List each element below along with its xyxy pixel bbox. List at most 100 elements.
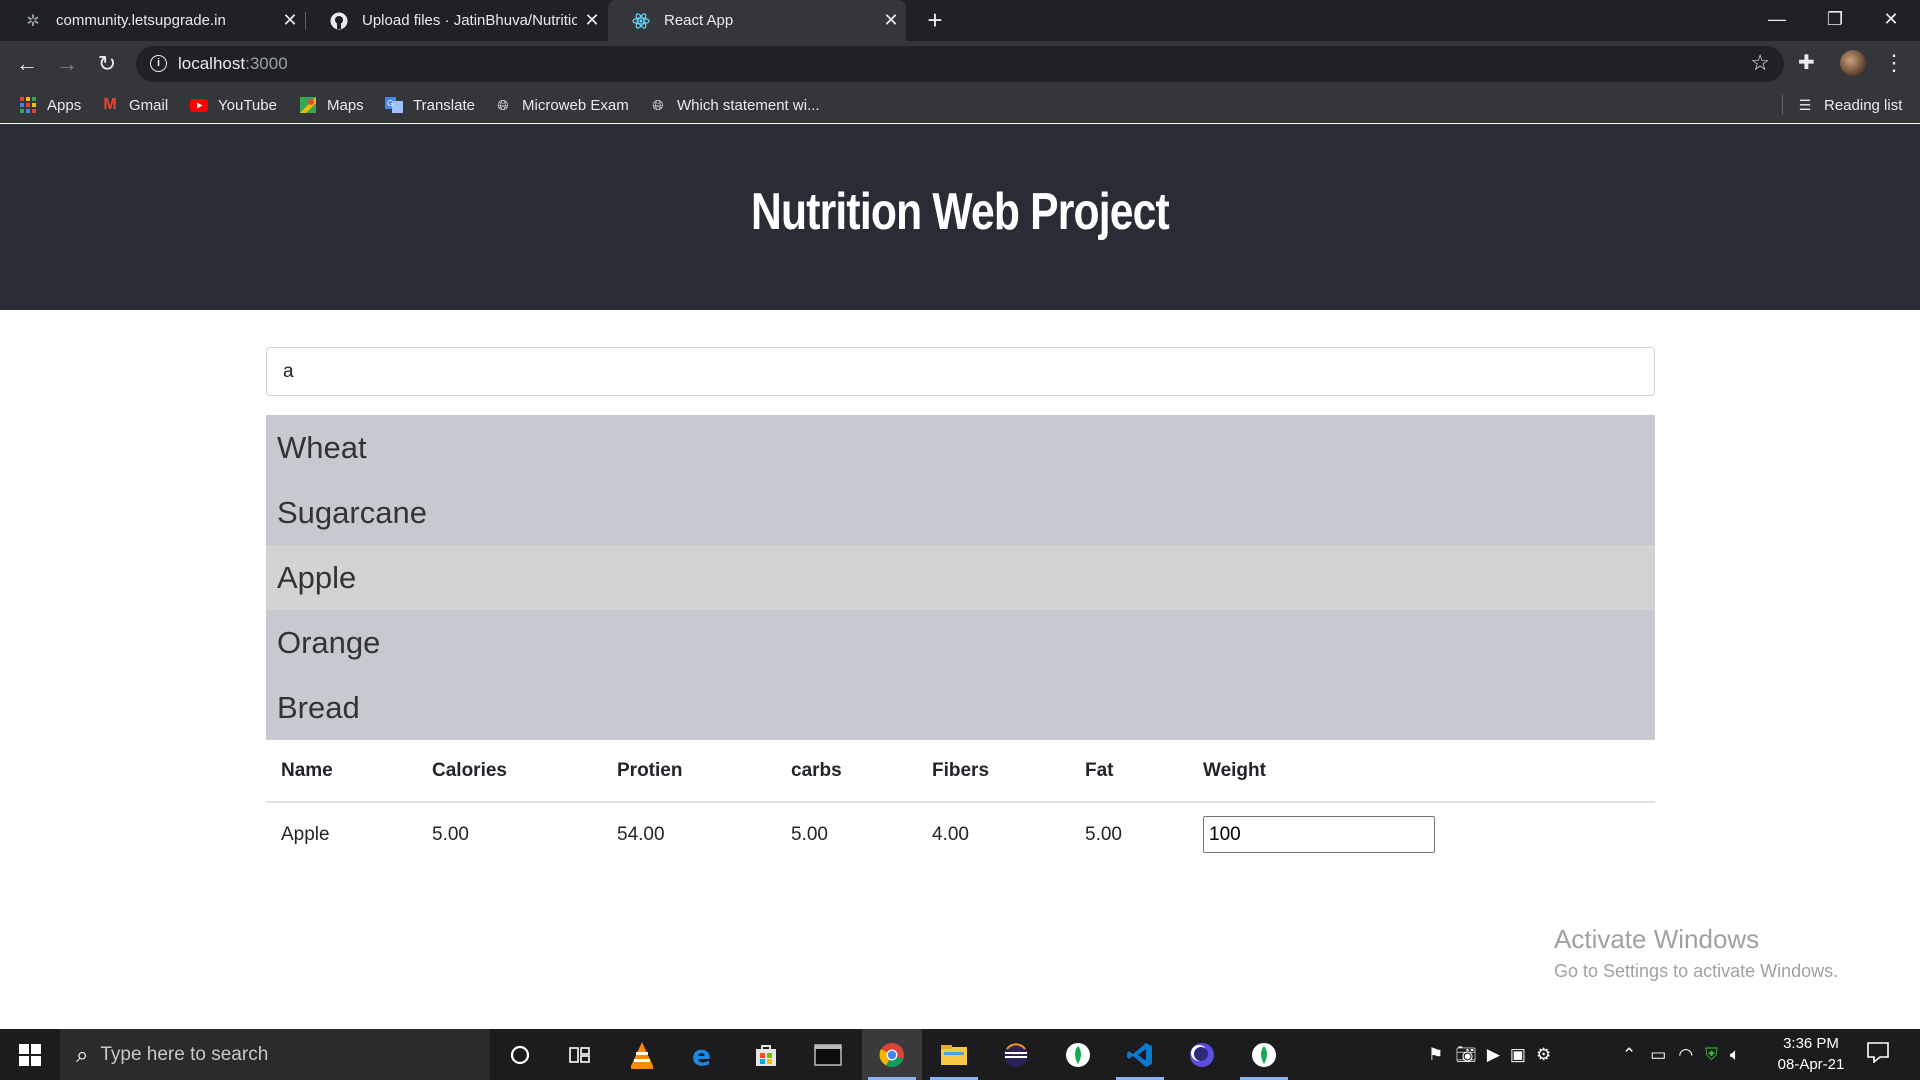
bookmark-maps[interactable]: Maps [299, 87, 364, 123]
youtube-icon [190, 96, 208, 114]
bookmarks-bar: Apps M Gmail YouTube Maps G Translate 🌐︎… [0, 87, 1920, 123]
cell-protien: 54.00 [617, 823, 665, 845]
reload-icon[interactable]: ↻ [92, 49, 122, 79]
suggestion-item[interactable]: Bread [266, 675, 1655, 740]
gallery-icon[interactable]: ▣ [1510, 1045, 1526, 1065]
url-text[interactable]: localhost:3000 [178, 54, 288, 74]
bookmark-label: Gmail [129, 96, 169, 114]
eclipse-ide-icon[interactable] [1172, 1029, 1232, 1080]
bookmark-label: YouTube [218, 96, 277, 114]
suggestion-item[interactable]: Wheat [266, 415, 1655, 480]
search-icon: ⌕ [76, 1041, 89, 1067]
store-icon[interactable] [736, 1029, 796, 1080]
gmail-icon: M [103, 96, 117, 113]
window-close-icon[interactable]: ✕ [1862, 0, 1920, 41]
bookmark-which-statement[interactable]: 🌐︎ Which statement wi... [649, 87, 819, 123]
address-bar[interactable]: i localhost:3000 ☆ [136, 46, 1784, 82]
tab-letsupgrade[interactable]: ✲ community.letsupgrade.in ✕ [0, 0, 305, 41]
tray-app-icons: ⚑ 📷︎ ▶ ▣ ⚙ [1428, 1029, 1551, 1080]
close-icon[interactable]: ✕ [275, 10, 305, 31]
profile-avatar[interactable] [1840, 50, 1866, 76]
wifi-icon[interactable]: ◠ [1678, 1045, 1693, 1065]
video-icon[interactable]: ▶ [1487, 1045, 1500, 1065]
vlc-icon[interactable] [612, 1029, 672, 1080]
mongodb-icon[interactable] [1234, 1029, 1294, 1080]
file-explorer-icon[interactable] [924, 1029, 984, 1080]
volume-icon[interactable]: 🔈︎ [1730, 1045, 1740, 1065]
cell-calories: 5.00 [432, 823, 469, 845]
start-button[interactable] [0, 1029, 60, 1080]
camera-icon[interactable]: 📷︎ [1455, 1045, 1477, 1065]
chrome-taskbar-icon[interactable] [862, 1029, 922, 1080]
cell-carbs: 5.00 [791, 823, 828, 845]
suggestion-item[interactable]: Sugarcane [266, 480, 1655, 545]
globe-icon: 🌐︎ [652, 96, 664, 113]
tray-pin-icon[interactable]: ⚑ [1428, 1045, 1443, 1065]
taskbar-search-box[interactable]: ⌕ Type here to search [60, 1029, 490, 1080]
watermark-title: Activate Windows [1554, 924, 1760, 954]
tab-react-app[interactable]: React App ✕ [608, 0, 906, 41]
page-title: Nutrition Web Project [751, 183, 1170, 241]
back-arrow-icon[interactable]: ← [12, 49, 42, 79]
restore-icon[interactable]: ❐ [1806, 0, 1864, 41]
clock-date: 08-Apr-21 [1777, 1056, 1845, 1073]
site-info-icon[interactable]: i [150, 55, 167, 72]
close-icon[interactable]: ✕ [876, 10, 906, 31]
bookmark-star-icon[interactable]: ☆ [1750, 50, 1770, 76]
bookmark-youtube[interactable]: YouTube [190, 87, 277, 123]
taskbar-clock[interactable]: 3:36 PM 08-Apr-21 [1766, 1033, 1856, 1075]
column-header: Fat [1070, 740, 1188, 803]
browser-tab-strip: ✲ community.letsupgrade.in ✕ Upload file… [0, 0, 1920, 41]
column-header: Protien [602, 740, 776, 803]
battery-icon[interactable]: ▭ [1650, 1045, 1666, 1065]
react-icon [632, 12, 650, 30]
bookmark-microweb-exam[interactable]: 🌐︎ Microweb Exam [494, 87, 629, 123]
cell-fat: 5.00 [1085, 823, 1122, 845]
reading-list-icon: ☰ [1798, 96, 1812, 113]
bookmark-gmail[interactable]: M Gmail [101, 87, 168, 123]
bookmark-label: Microweb Exam [522, 96, 629, 114]
column-header: Weight [1188, 740, 1655, 803]
bookmark-apps[interactable]: Apps [19, 87, 81, 123]
windows-logo-icon [19, 1043, 41, 1066]
letsupgrade-icon: ✲ [26, 12, 40, 30]
suggestion-list: Wheat Sugarcane Apple Orange Bread [266, 415, 1655, 740]
suggestion-item[interactable]: Orange [266, 610, 1655, 675]
table-header-row: Name Calories Protien carbs Fibers Fat W… [266, 740, 1655, 803]
maps-icon [299, 96, 317, 114]
mongodb-compass-icon[interactable] [1048, 1029, 1108, 1080]
new-tab-button[interactable]: + [920, 6, 950, 36]
forward-arrow-icon[interactable]: → [52, 49, 82, 79]
windows-taskbar: ⌕ Type here to search e ⚑ 📷︎ ▶ ▣ ⚙ ⌃ ▭ ◠… [0, 1029, 1920, 1080]
eclipse-icon[interactable] [986, 1029, 1046, 1080]
column-header: carbs [776, 740, 917, 803]
extensions-puzzle-icon[interactable]: ✚ [1798, 50, 1815, 75]
security-shield-icon[interactable]: ⛨ [1705, 1045, 1718, 1065]
terminal-icon[interactable] [798, 1029, 858, 1080]
edge-icon[interactable]: e [674, 1029, 734, 1080]
minimize-icon[interactable]: — [1748, 0, 1806, 41]
bookmark-label: Maps [327, 96, 364, 114]
weight-input[interactable] [1203, 816, 1435, 853]
bookmark-label: Translate [413, 96, 475, 114]
task-view-icon[interactable] [550, 1029, 610, 1080]
settings-gear-icon[interactable]: ⚙ [1536, 1045, 1551, 1065]
notification-center-icon[interactable] [1866, 1041, 1892, 1067]
activate-windows-watermark: Activate Windows Go to Settings to activ… [1554, 924, 1838, 982]
food-search-input[interactable] [266, 347, 1655, 396]
table-row: Apple 5.00 54.00 5.00 4.00 5.00 [266, 802, 1655, 866]
globe-icon: 🌐︎ [497, 96, 509, 113]
cortana-icon[interactable] [490, 1029, 550, 1080]
vscode-icon[interactable] [1110, 1029, 1170, 1080]
chevron-up-icon[interactable]: ⌃ [1622, 1045, 1636, 1065]
suggestion-item-hovered[interactable]: Apple [266, 545, 1655, 610]
tab-title: React App [664, 12, 734, 29]
reading-list-button[interactable]: ☰ Reading list [1796, 87, 1903, 123]
close-icon[interactable]: ✕ [577, 10, 607, 31]
cell-fibers: 4.00 [932, 823, 969, 845]
reading-list-label: Reading list [1824, 96, 1903, 114]
github-icon [330, 12, 348, 30]
chrome-menu-icon[interactable]: ⋮ [1883, 50, 1905, 76]
tab-github[interactable]: Upload files · JatinBhuva/Nutritio ✕ [306, 0, 607, 41]
bookmark-translate[interactable]: G Translate [385, 87, 475, 123]
